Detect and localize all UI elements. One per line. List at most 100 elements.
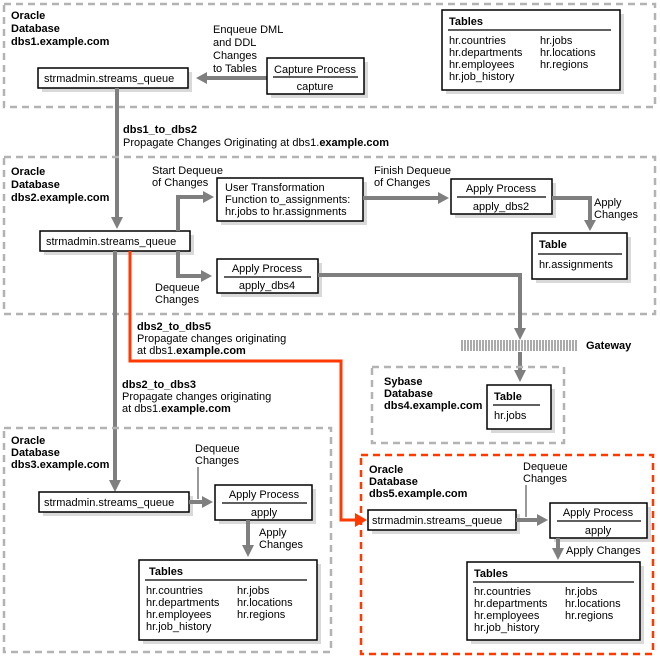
- capture-process-box[interactable]: Capture Process capture: [266, 57, 368, 98]
- dbs3-tables-header: Tables: [149, 566, 183, 578]
- dbs3-apply-changes-label-2: Changes: [259, 539, 304, 551]
- dbs5-dequeue-label-1: Dequeue: [523, 461, 568, 473]
- dbs1-table-item: hr.jobs: [540, 35, 573, 47]
- prop-dbs1-dbs2-desc: Propagate Changes Originating at dbs1.ex…: [123, 137, 389, 149]
- capture-process-name: capture: [297, 81, 334, 93]
- dbs1-table-item: hr.departments: [449, 47, 523, 59]
- dbs4-table-name: hr.jobs: [494, 410, 527, 422]
- transform-line-2: Function to_assignments:: [225, 194, 350, 206]
- dbs5-table-item: hr.locations: [565, 598, 621, 610]
- dbs3-title-line3: dbs3.example.com: [11, 459, 110, 471]
- dbs1-table-item: hr.countries: [449, 35, 506, 47]
- dbs5-title-line2: Database: [369, 476, 418, 488]
- dbs5-apply-name: apply: [585, 525, 612, 537]
- dbs1-table-item: hr.regions: [540, 59, 589, 71]
- dbs1-title-line1: Oracle: [11, 10, 45, 22]
- prop-dbs2-dbs5-name: dbs2_to_dbs5: [137, 321, 211, 333]
- gateway-to-dbs4-arrowhead: [514, 370, 526, 382]
- prop-dbs2-dbs3-name: dbs2_to_dbs3: [122, 379, 196, 391]
- apply-dbs4-to-gateway-arrowhead: [514, 328, 526, 340]
- dbs1-table-item: hr.job_history: [449, 71, 515, 83]
- dbs3-apply-changes-arrowhead: [242, 545, 254, 557]
- dbs3-title-line2: Database: [11, 447, 60, 459]
- dbs3-table-item: hr.locations: [237, 597, 293, 609]
- dbs5-table-item: hr.departments: [474, 598, 548, 610]
- dbs3-apply-changes-label-1: Apply: [259, 527, 287, 539]
- dbs5-title-line3: dbs5.example.com: [369, 488, 468, 500]
- dbs5-table-item: hr.jobs: [565, 586, 598, 598]
- apply-changes-dbs2-label-2: Changes: [594, 209, 639, 221]
- dbs5-table-item: hr.job_history: [474, 622, 540, 634]
- gateway-ticks: [461, 340, 577, 351]
- dbs4-table-box: Table hr.jobs: [486, 384, 555, 433]
- dbs3-apply-name: apply: [251, 507, 278, 519]
- apply-dbs4-box[interactable]: Apply Process apply_dbs4: [216, 258, 322, 297]
- start-dequeue-label-2: of Changes: [152, 177, 209, 189]
- assignments-table-header: Table: [539, 239, 567, 251]
- dbs5-tables-header: Tables: [474, 568, 508, 580]
- dbs3-table-item: hr.employees: [146, 609, 212, 621]
- dbs3-table-item: hr.job_history: [146, 621, 212, 633]
- enqueue-arrowhead: [196, 72, 207, 84]
- dbs3-dequeue-label-2: Changes: [195, 455, 240, 467]
- dbs3-apply-header: Apply Process: [229, 489, 300, 501]
- dbs5-tables-box: Tables hr.countries hr.departments hr.em…: [466, 561, 644, 644]
- apply-changes-dbs2-arrowhead: [584, 220, 596, 231]
- capture-process-header: Capture Process: [274, 64, 356, 76]
- user-transformation-box[interactable]: User Transformation Function to_assignme…: [216, 177, 367, 225]
- apply-changes-dbs2-arrow: [552, 196, 592, 222]
- finish-dequeue-label-1: Finish Dequeue: [374, 165, 451, 177]
- dbs3-dequeue-label-1: Dequeue: [195, 443, 240, 455]
- start-dequeue-arrow: [176, 195, 205, 231]
- dbs5-table-item: hr.regions: [565, 610, 614, 622]
- dbs3-table-item: hr.countries: [146, 585, 203, 597]
- enqueue-label-1: Enqueue DML: [213, 24, 283, 36]
- dbs3-tables-box: Tables hr.countries hr.departments hr.em…: [138, 559, 321, 644]
- start-dequeue-arrowhead: [203, 191, 214, 203]
- apply-changes-dbs2-label-1: Apply: [594, 197, 622, 209]
- prop-dbs2-dbs3-line1: Propagate changes originating: [122, 391, 271, 403]
- prop-dbs2-dbs5-line2: at dbs1.example.com: [137, 345, 246, 357]
- dbs5-apply-box[interactable]: Apply Process apply: [549, 502, 651, 542]
- dbs5-apply-header: Apply Process: [563, 507, 634, 519]
- dbs1-title-line3: dbs1.example.com: [11, 36, 110, 48]
- dbs1-title-line2: Database: [11, 23, 60, 35]
- dbs5-apply-changes-arrowhead: [552, 548, 564, 560]
- dbs3-queue-label: strmadmin.streams_queue: [44, 497, 174, 509]
- dbs4-title-line2: Database: [384, 388, 433, 400]
- dbs5-table-item: hr.countries: [474, 586, 531, 598]
- dbs3-apply-box[interactable]: Apply Process apply: [214, 484, 316, 524]
- apply-dbs4-name: apply_dbs4: [239, 280, 295, 292]
- prop-dbs1-dbs2-arrowhead: [111, 217, 123, 229]
- dbs3-title-line1: Oracle: [11, 435, 45, 447]
- apply-dbs2-box[interactable]: Apply Process apply_dbs2: [450, 178, 556, 218]
- dbs1-tables-box: Tables hr.countries hr.departments hr.em…: [441, 9, 624, 94]
- dequeue-dbs4-label-1: Dequeue: [155, 282, 200, 294]
- dbs1-table-item: hr.employees: [449, 59, 515, 71]
- gateway-label: Gateway: [586, 340, 632, 352]
- dbs2-queue-label: strmadmin.streams_queue: [46, 236, 176, 248]
- dbs5-dequeue-label-2: Changes: [523, 473, 568, 485]
- finish-dequeue-arrowhead: [438, 192, 449, 204]
- assignments-table-name: hr.assignments: [539, 259, 613, 271]
- apply-dbs4-header: Apply Process: [232, 263, 303, 275]
- enqueue-label-4: to Tables: [213, 63, 257, 75]
- start-dequeue-label-1: Start Dequeue: [152, 165, 223, 177]
- dbs3-table-item: hr.departments: [146, 597, 220, 609]
- dbs5-title-line1: Oracle: [369, 464, 403, 476]
- dbs5-dequeue-arrowhead: [537, 514, 548, 526]
- apply-dbs4-to-gateway-line: [318, 273, 522, 330]
- dbs4-table-header: Table: [494, 391, 522, 403]
- dbs3-table-item: hr.regions: [237, 609, 286, 621]
- dbs5-queue-label: strmadmin.streams_queue: [372, 515, 502, 527]
- prop-dbs1-dbs2-name: dbs1_to_dbs2: [123, 124, 197, 136]
- dbs1-table-item: hr.locations: [540, 47, 596, 59]
- assignments-table-box: Table hr.assignments: [531, 232, 631, 283]
- dbs3-queue-box[interactable]: strmadmin.streams_queue: [38, 491, 193, 516]
- prop-dbs2-dbs3-line2: at dbs1.example.com: [122, 403, 231, 415]
- dequeue-dbs4-label-2: Changes: [155, 294, 200, 306]
- dbs2-title-line2: Database: [11, 179, 60, 191]
- dbs5-queue-box[interactable]: strmadmin.streams_queue: [367, 509, 520, 534]
- transform-line-3: hr.jobs to hr.assignments: [225, 206, 347, 218]
- dbs4-title-line1: Sybase: [384, 376, 423, 388]
